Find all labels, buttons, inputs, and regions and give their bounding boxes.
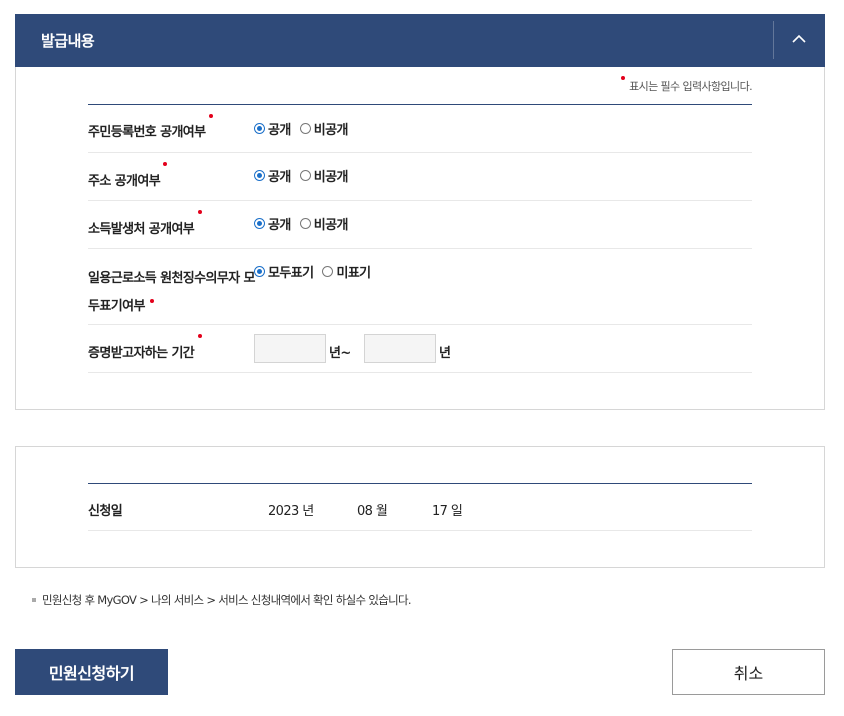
radio-indicator[interactable] (322, 266, 334, 277)
application-day: 17 일 (432, 504, 463, 519)
radio-address-public[interactable]: 공개 (254, 166, 291, 185)
field-label-daily-income: 일용근로소득 원천징수의무자 모 두표기여부 (88, 271, 256, 314)
required-note: 표시는 필수 입력사항입니다. (621, 76, 753, 94)
application-month: 08 월 (357, 504, 388, 519)
radio-income-source-private[interactable]: 비공개 (299, 214, 348, 233)
required-dot-icon (150, 299, 154, 303)
form-row-daily-income-marking: 일용근로소득 원천징수의무자 모 두표기여부 모두표기 미표기 (88, 249, 752, 325)
radio-income-source-public[interactable]: 공개 (254, 214, 291, 233)
form-table: 주민등록번호 공개여부 공개 비공개 주소 공개여부 공개 비공개 소득발생처 … (88, 104, 752, 373)
field-label-period: 증명받고자하는 기간 (88, 334, 202, 361)
submit-application-button[interactable]: 민원신청하기 (15, 649, 168, 695)
field-label-income-source: 소득발생처 공개여부 (88, 210, 202, 237)
required-dot-icon (621, 76, 626, 80)
radio-indicator[interactable] (299, 170, 311, 181)
form-row-address-disclosure: 주소 공개여부 공개 비공개 (88, 153, 752, 201)
radio-rrn-public[interactable]: 공개 (254, 119, 291, 138)
period-from-unit: 년~ (329, 346, 351, 361)
section-header: 발급내용 (15, 14, 825, 67)
radio-indicator[interactable] (299, 123, 311, 134)
section-title: 발급내용 (41, 32, 95, 50)
application-date-section: 신청일 2023 년 08 월 17 일 (15, 446, 825, 568)
form-row-income-source-disclosure: 소득발생처 공개여부 공개 비공개 (88, 201, 752, 249)
radio-indicator[interactable] (299, 218, 311, 229)
radio-group-income-source: 공개 비공개 (254, 214, 357, 233)
required-dot-icon (163, 162, 167, 166)
issuance-section: 발급내용 표시는 필수 입력사항입니다. 주민등록번호 공개여부 공개 비공개 … (15, 14, 825, 410)
radio-no-mark[interactable]: 미표기 (322, 262, 371, 281)
required-dot-icon (198, 334, 202, 338)
field-label-rrn: 주민등록번호 공개여부 (88, 114, 213, 140)
radio-group-address: 공개 비공개 (254, 166, 357, 185)
collapse-toggle-button[interactable] (775, 14, 825, 67)
radio-mark-all[interactable]: 모두표기 (254, 262, 314, 281)
period-to-unit: 년 (439, 346, 451, 361)
cancel-button[interactable]: 취소 (672, 649, 825, 695)
form-row-rrn-disclosure: 주민등록번호 공개여부 공개 비공개 (88, 105, 752, 153)
period-to-year-input[interactable] (364, 334, 436, 363)
radio-group-daily-income: 모두표기 미표기 (254, 262, 380, 281)
notice-text: 민원신청 후 MyGOV > 나의 서비스 > 서비스 신청내역에서 확인 하실… (32, 592, 412, 608)
radio-group-rrn: 공개 비공개 (254, 119, 357, 138)
application-year: 2023 년 (268, 504, 314, 519)
period-from-year-input[interactable] (254, 334, 326, 363)
application-date-label: 신청일 (88, 504, 123, 519)
required-dot-icon (209, 114, 213, 118)
application-date-table: 신청일 2023 년 08 월 17 일 (88, 483, 752, 531)
header-divider (773, 21, 774, 59)
radio-indicator[interactable] (254, 218, 265, 229)
form-row-period: 증명받고자하는 기간 년~ 년 (88, 325, 752, 373)
radio-address-private[interactable]: 비공개 (299, 166, 348, 185)
bullet-icon (32, 597, 36, 602)
field-label-address: 주소 공개여부 (88, 162, 167, 189)
required-dot-icon (198, 210, 202, 214)
chevron-up-icon (792, 34, 806, 43)
radio-rrn-private[interactable]: 비공개 (299, 119, 348, 138)
radio-indicator[interactable] (254, 170, 265, 181)
radio-indicator[interactable] (254, 266, 265, 277)
radio-indicator[interactable] (254, 123, 265, 134)
